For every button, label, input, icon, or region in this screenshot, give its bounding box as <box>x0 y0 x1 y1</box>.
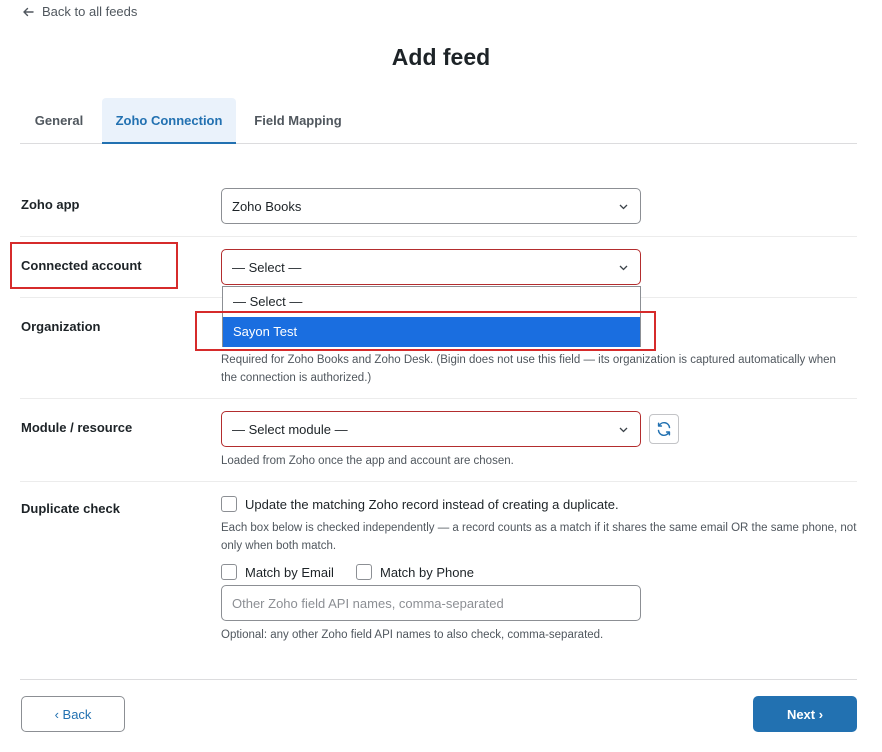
match-email-row: Match by Email <box>221 564 334 580</box>
divider <box>20 481 857 482</box>
refresh-icon <box>657 422 671 436</box>
duplicate-check-label: Duplicate check <box>21 501 120 516</box>
divider <box>20 679 857 680</box>
tab-general[interactable]: General <box>20 98 98 143</box>
tab-field-mapping[interactable]: Field Mapping <box>236 98 360 143</box>
page-title: Add feed <box>391 44 491 70</box>
module-value: — Select module — <box>232 421 348 437</box>
zoho-app-value: Zoho Books <box>232 198 302 214</box>
connected-account-select[interactable]: — Select — <box>221 249 641 285</box>
divider <box>20 236 857 237</box>
back-to-feeds-label: Back to all feeds <box>42 4 138 19</box>
tab-bar: General Zoho Connection Field Mapping <box>20 98 857 144</box>
match-phone-row: Match by Phone <box>356 564 474 580</box>
connected-account-dropdown: — Select — Sayon Test <box>222 286 641 347</box>
dropdown-option-sayon-test[interactable]: Sayon Test <box>223 317 640 347</box>
update-existing-label: Update the matching Zoho record instead … <box>245 496 619 512</box>
dropdown-option-select[interactable]: — Select — <box>223 287 640 317</box>
other-fields-help: Optional: any other Zoho field API names… <box>221 629 604 641</box>
match-email-label: Match by Email <box>245 564 334 580</box>
next-button[interactable]: Next › <box>753 696 857 732</box>
match-phone-checkbox[interactable] <box>356 564 372 580</box>
duplicate-check-help: Each box below is checked independently … <box>221 522 857 552</box>
connected-account-label: Connected account <box>21 258 142 273</box>
module-label: Module / resource <box>21 420 133 435</box>
arrow-left-icon <box>23 7 34 16</box>
organization-label: Organization <box>21 319 101 334</box>
chevron-down-icon <box>619 427 628 433</box>
module-select[interactable]: — Select module — <box>221 411 641 447</box>
update-existing-checkbox[interactable] <box>221 496 237 512</box>
organization-help: Required for Zoho Books and Zoho Desk. (… <box>221 354 836 384</box>
zoho-app-select[interactable]: Zoho Books <box>221 188 641 224</box>
chevron-down-icon <box>619 204 628 210</box>
back-to-feeds-link[interactable]: Back to all feeds <box>22 4 137 19</box>
refresh-modules-button[interactable] <box>649 414 679 444</box>
match-email-checkbox[interactable] <box>221 564 237 580</box>
zoho-app-label: Zoho app <box>21 197 80 212</box>
module-help: Loaded from Zoho once the app and accoun… <box>221 455 514 467</box>
update-existing-checkbox-row: Update the matching Zoho record instead … <box>221 496 619 512</box>
match-phone-label: Match by Phone <box>380 564 474 580</box>
connected-account-value: — Select — <box>232 259 302 275</box>
divider <box>20 398 857 399</box>
back-button[interactable]: ‹ Back <box>21 696 125 732</box>
chevron-down-icon <box>619 265 628 271</box>
tab-zoho-connection[interactable]: Zoho Connection <box>102 98 236 144</box>
other-fields-input[interactable] <box>221 585 641 621</box>
